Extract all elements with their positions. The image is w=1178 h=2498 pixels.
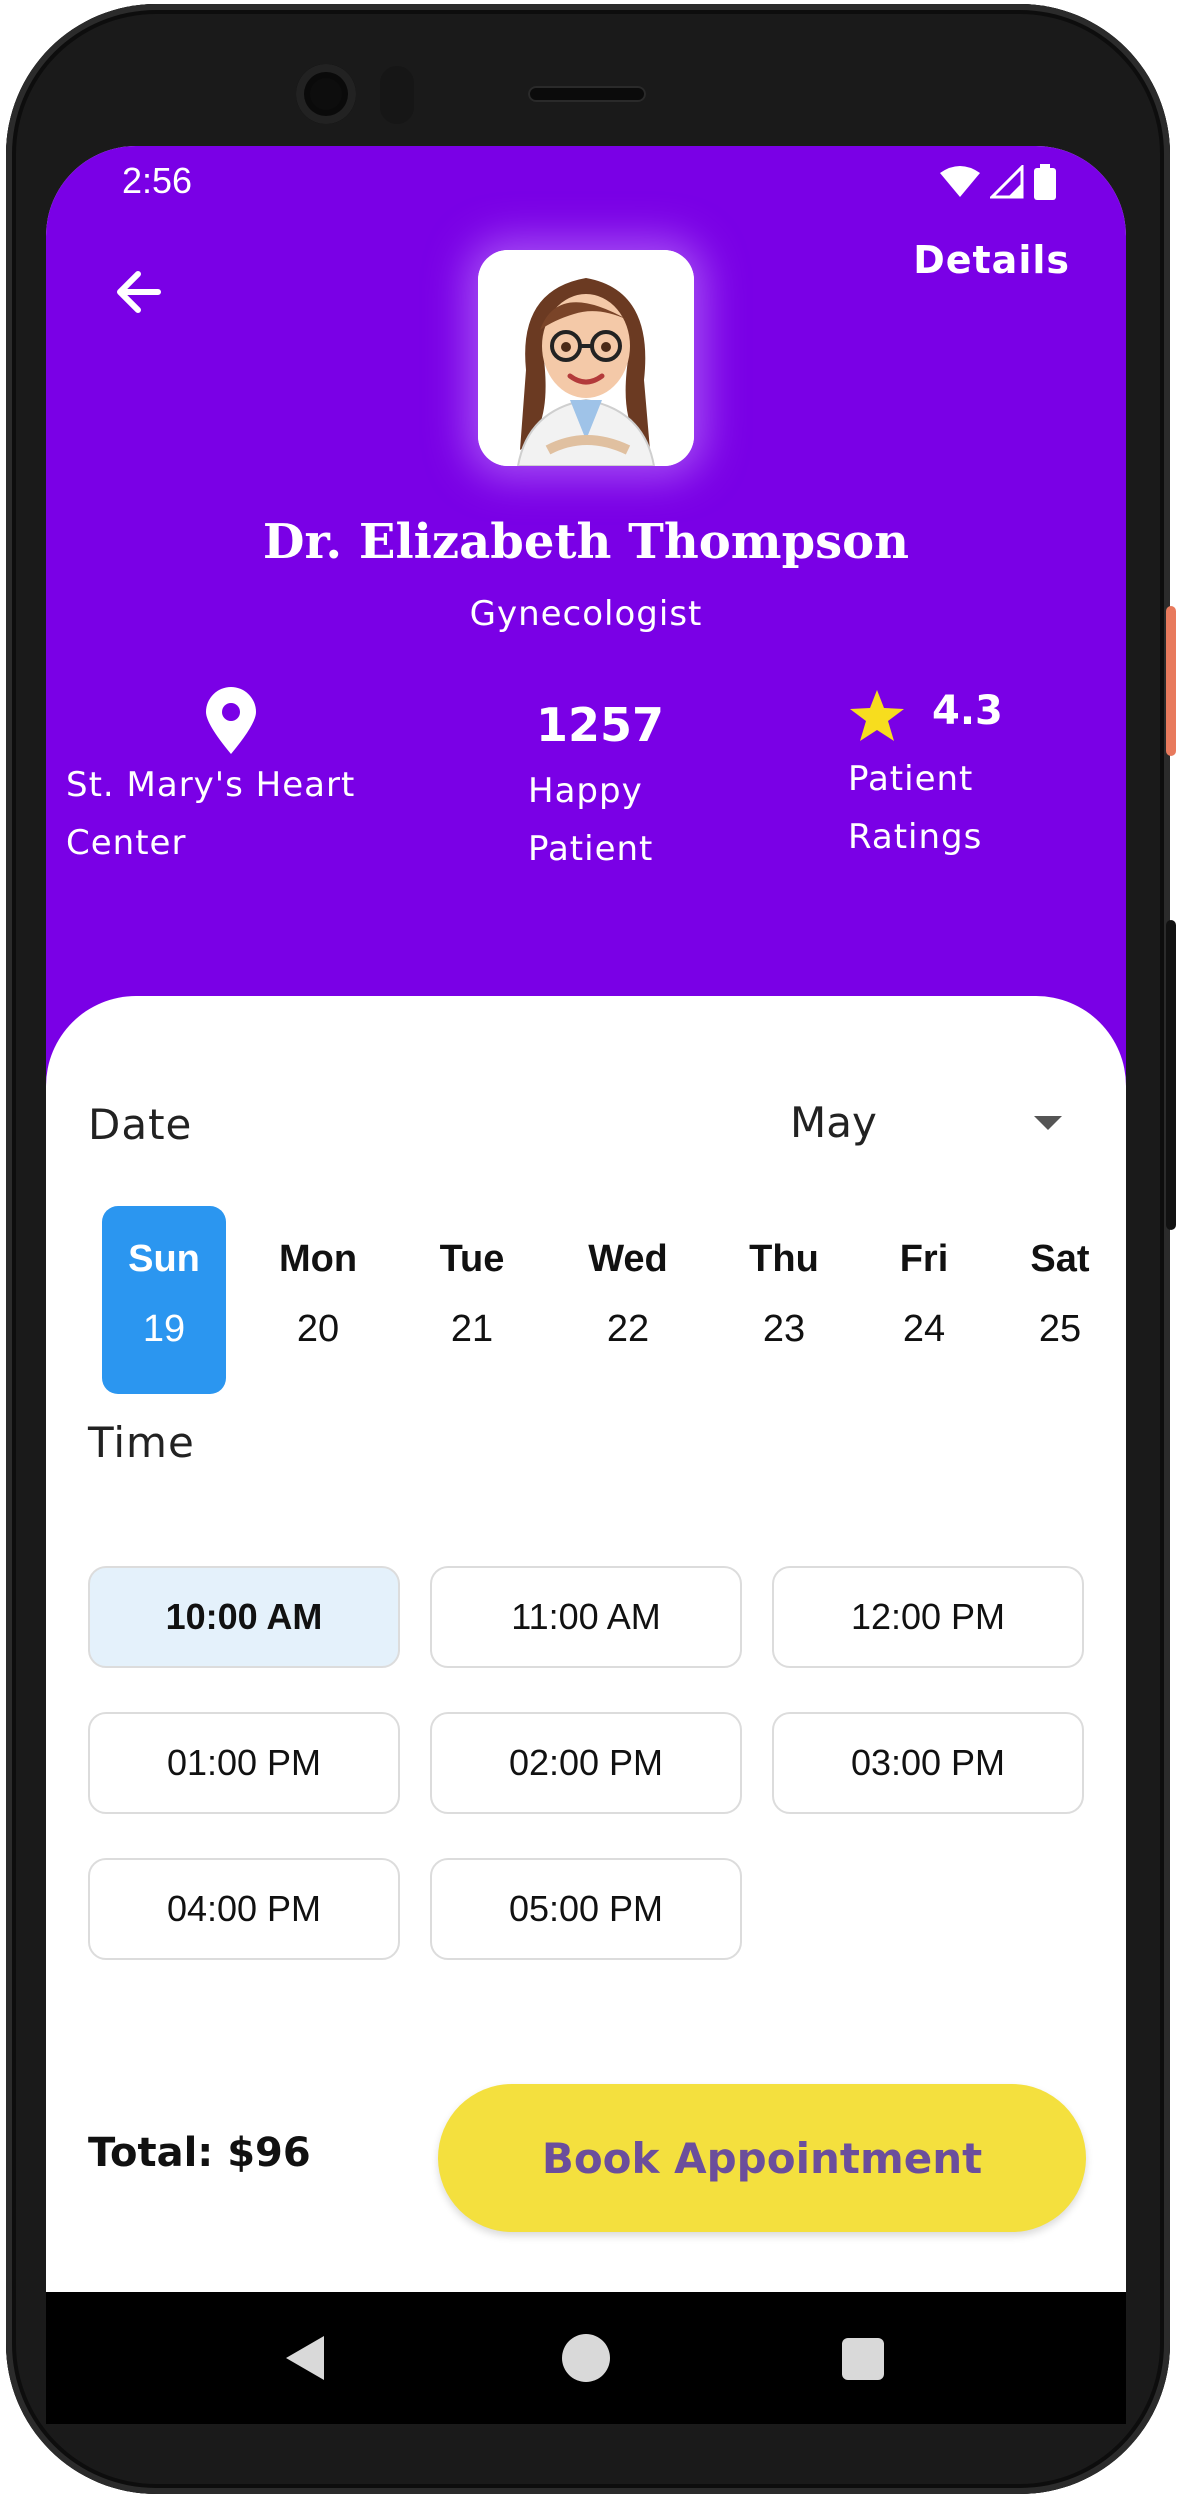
time-slot[interactable]: 03:00 PM (772, 1712, 1084, 1814)
time-slot[interactable]: 01:00 PM (88, 1712, 400, 1814)
book-appointment-button[interactable]: Book Appointment (438, 2084, 1086, 2232)
time-slot[interactable]: 11:00 AM (430, 1566, 742, 1668)
front-camera (296, 64, 356, 124)
battery-icon (1034, 164, 1056, 200)
doctor-specialty: Gynecologist (469, 594, 703, 634)
day-thu[interactable]: Thu 23 (722, 1206, 846, 1394)
rating-value: 4.3 (932, 688, 1003, 734)
day-name: Tue (439, 1238, 505, 1280)
day-mon[interactable]: Mon 20 (256, 1206, 380, 1394)
time-slot[interactable]: 12:00 PM (772, 1566, 1084, 1668)
day-fri[interactable]: Fri 24 (862, 1206, 986, 1394)
time-slot[interactable]: 10:00 AM (88, 1566, 400, 1668)
nav-recents-icon[interactable] (842, 2338, 884, 2380)
proximity-sensor (380, 66, 414, 124)
rating-line-2: Ratings (848, 817, 983, 857)
day-name: Mon (278, 1238, 358, 1280)
time-slot[interactable]: 02:00 PM (430, 1712, 742, 1814)
power-button (1166, 606, 1176, 756)
wifi-icon (940, 166, 980, 197)
nav-back-icon[interactable] (286, 2336, 324, 2380)
day-sat[interactable]: Sat 25 (998, 1206, 1122, 1394)
day-number: 24 (902, 1308, 946, 1350)
day-sun[interactable]: Sun 19 (102, 1206, 226, 1394)
earpiece-speaker (528, 86, 646, 102)
patients-line-2: Patient (528, 829, 654, 869)
star-icon (850, 690, 904, 741)
patients-count: 1257 (536, 698, 665, 752)
day-name: Sun (128, 1238, 200, 1280)
day-wed[interactable]: Wed 22 (566, 1206, 690, 1394)
day-name: Wed (588, 1238, 668, 1280)
back-button[interactable] (108, 262, 168, 322)
day-number: 22 (606, 1308, 650, 1350)
day-name: Fri (899, 1238, 949, 1280)
day-number: 21 (450, 1308, 494, 1350)
patients-line-1: Happy (528, 771, 643, 811)
doctor-name: Dr. Elizabeth Thompson (262, 514, 910, 570)
volume-button (1166, 920, 1176, 1230)
nav-home-icon[interactable] (562, 2334, 610, 2382)
arrow-left-icon (117, 271, 161, 313)
doctor-header: 2:56 Details Dr. Elizabeth Thompson Gyne… (46, 146, 1126, 1136)
location-line-2: Center (66, 823, 187, 863)
dropdown-caret-icon (1034, 1116, 1062, 1130)
day-number: 23 (762, 1308, 806, 1350)
month-value: May (790, 1098, 877, 1147)
day-number: 25 (1038, 1308, 1082, 1350)
location-pin-icon (206, 687, 256, 754)
month-dropdown[interactable]: May (790, 1098, 1080, 1158)
time-section-title: Time (88, 1418, 195, 1467)
status-time: 2:56 (122, 160, 193, 201)
location-line-1: St. Mary's Heart (66, 765, 356, 805)
signal-icon (990, 165, 1024, 199)
app-screen: 2:56 Details Dr. Elizabeth Thompson Gyne… (46, 146, 1126, 2292)
total-price: Total: $96 (88, 2130, 311, 2176)
day-tue[interactable]: Tue 21 (410, 1206, 534, 1394)
doctor-illustration (478, 250, 694, 466)
details-link[interactable]: Details (913, 238, 1070, 282)
time-slot[interactable]: 04:00 PM (88, 1858, 400, 1960)
day-number: 19 (142, 1308, 186, 1350)
day-number: 20 (296, 1308, 340, 1350)
status-icons (940, 164, 1056, 200)
time-slot[interactable]: 05:00 PM (430, 1858, 742, 1960)
system-nav-bar (46, 2292, 1126, 2424)
rating-line-1: Patient (848, 759, 974, 799)
doctor-avatar (478, 250, 694, 466)
day-name: Sat (1030, 1238, 1090, 1280)
day-name: Thu (749, 1238, 819, 1280)
date-section-title: Date (88, 1100, 193, 1149)
